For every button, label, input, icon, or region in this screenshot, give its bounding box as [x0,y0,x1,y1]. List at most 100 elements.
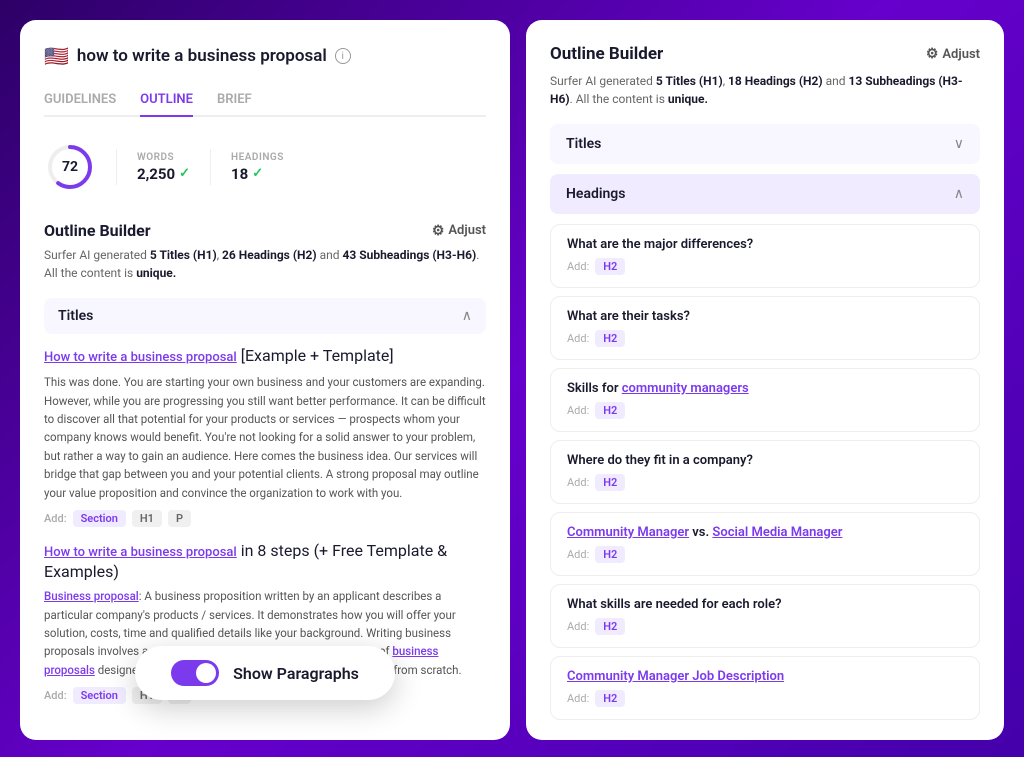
title-link-2: How to write a business proposal in 8 st… [44,541,486,581]
add-p-tag-1[interactable]: P [168,510,191,527]
heading-card-5: Community Manager vs. Social Media Manag… [550,512,980,576]
title-rest-text-1: [Example + Template] [241,346,394,365]
heading-add-h2-1[interactable]: H2 [595,258,625,275]
add-section-tag-2[interactable]: Section [73,687,126,704]
left-panel: 🇺🇸 how to write a business proposal i GU… [20,20,510,740]
community-managers-link[interactable]: community managers [622,381,749,396]
heading-title-7: Community Manager Job Description [567,669,963,684]
heading-title-2: What are their tasks? [567,309,963,324]
heading-add-label-5: Add: [567,548,589,561]
heading-card-4: Where do they fit in a company? Add: H2 [550,440,980,504]
heading-card-2: What are their tasks? Add: H2 [550,296,980,360]
toggle-knob [196,663,216,683]
title-link-1: How to write a business proposal [Exampl… [44,346,486,367]
add-section-tag-1[interactable]: Section [73,510,126,527]
headings-label: HEADINGS [231,152,284,163]
right-header: Outline Builder ⚙ Adjust [550,44,980,64]
outline-builder-header: Outline Builder ⚙ Adjust [44,221,486,240]
words-label: WORDS [137,152,190,163]
toggle-label: Show Paragraphs [233,664,359,683]
outline-builder-title: Outline Builder [44,221,151,240]
titles-chevron: ∧ [462,308,472,324]
adjust-icon: ⚙ [432,223,445,239]
right-headings-label: Headings [566,186,625,202]
tabs-row: GUIDELINES OUTLINE BRIEF [44,84,486,117]
heading-add-row-1: Add: H2 [567,258,963,275]
words-metric: WORDS 2,250 ✓ [137,152,190,183]
add-row-1: Add: Section H1 P [44,510,486,527]
heading-add-row-6: Add: H2 [567,618,963,635]
adjust-button[interactable]: ⚙ Adjust [432,223,486,239]
heading-title-3: Skills for community managers [567,381,963,396]
divider2 [210,149,211,185]
heading-add-h2-4[interactable]: H2 [595,474,625,491]
heading-title-5: Community Manager vs. Social Media Manag… [567,525,963,540]
heading-add-row-5: Add: H2 [567,546,963,563]
words-check: ✓ [179,166,190,181]
title-link-text-1[interactable]: How to write a business proposal [44,350,237,365]
social-media-manager-link[interactable]: Social Media Manager [712,525,842,540]
heading-add-h2-6[interactable]: H2 [595,618,625,635]
page-title-row: 🇺🇸 how to write a business proposal i [44,44,486,68]
score-circle: 72 [44,141,96,193]
right-adjust-button[interactable]: ⚙ Adjust [926,46,980,62]
right-titles-label: Titles [566,136,601,152]
show-paragraphs-toggle[interactable] [171,660,219,686]
right-title: Outline Builder [550,44,663,64]
heading-add-label-3: Add: [567,404,589,417]
heading-card-1: What are the major differences? Add: H2 [550,224,980,288]
toggle-overlay: Show Paragraphs [135,646,395,700]
title-item-1: How to write a business proposal [Exampl… [44,346,486,527]
heading-title-1: What are the major differences? [567,237,963,252]
flag-icon: 🇺🇸 [44,44,69,68]
tab-brief[interactable]: BRIEF [217,84,252,117]
titles-section-header[interactable]: Titles ∧ [44,298,486,334]
heading-add-label-1: Add: [567,260,589,273]
heading-add-label-6: Add: [567,620,589,633]
headings-check: ✓ [252,166,263,181]
heading-card-6: What skills are needed for each role? Ad… [550,584,980,648]
heading-add-row-3: Add: H2 [567,402,963,419]
heading-add-h2-7[interactable]: H2 [595,690,625,707]
heading-card-7: Community Manager Job Description Add: H… [550,656,980,720]
right-headings-chevron: ∧ [954,186,964,202]
add-label-2: Add: [44,689,67,702]
community-manager-job-link[interactable]: Community Manager Job Description [567,669,784,684]
words-value: 2,250 ✓ [137,165,190,183]
tab-outline[interactable]: OUTLINE [140,84,193,117]
right-titles-chevron: ∨ [954,136,964,152]
headings-metric: HEADINGS 18 ✓ [231,152,284,183]
heading-add-label-7: Add: [567,692,589,705]
info-icon[interactable]: i [335,48,351,64]
right-titles-header[interactable]: Titles ∨ [550,124,980,164]
heading-add-row-7: Add: H2 [567,690,963,707]
score-number: 72 [62,159,78,175]
heading-card-3: Skills for community managers Add: H2 [550,368,980,432]
right-panel: Outline Builder ⚙ Adjust Surfer AI gener… [526,20,1004,740]
metrics-row: 72 WORDS 2,250 ✓ HEADINGS 18 ✓ [44,133,486,201]
heading-add-h2-3[interactable]: H2 [595,402,625,419]
titles-section-label: Titles [58,308,93,324]
tab-guidelines[interactable]: GUIDELINES [44,84,116,117]
add-h1-tag-1[interactable]: H1 [132,510,162,527]
heading-add-row-2: Add: H2 [567,330,963,347]
heading-add-h2-2[interactable]: H2 [595,330,625,347]
headings-value: 18 ✓ [231,165,284,183]
title-link-text-2[interactable]: How to write a business proposal [44,545,237,560]
heading-title-4: Where do they fit in a company? [567,453,963,468]
outline-desc: Surfer AI generated 5 Titles (H1), 26 He… [44,246,486,282]
right-headings-header[interactable]: Headings ∧ [550,174,980,214]
heading-add-h2-5[interactable]: H2 [595,546,625,563]
heading-add-label-4: Add: [567,476,589,489]
heading-add-row-4: Add: H2 [567,474,963,491]
add-label-1: Add: [44,512,67,525]
heading-add-label-2: Add: [567,332,589,345]
heading-title-6: What skills are needed for each role? [567,597,963,612]
right-adjust-icon: ⚙ [926,46,939,62]
title-paragraph-1: This was done. You are starting your own… [44,373,486,502]
divider [116,149,117,185]
right-desc: Surfer AI generated 5 Titles (H1), 18 He… [550,72,980,108]
community-manager-link[interactable]: Community Manager [567,525,689,540]
business-proposal-link[interactable]: Business proposal [44,589,139,603]
page-title: how to write a business proposal [77,46,327,66]
